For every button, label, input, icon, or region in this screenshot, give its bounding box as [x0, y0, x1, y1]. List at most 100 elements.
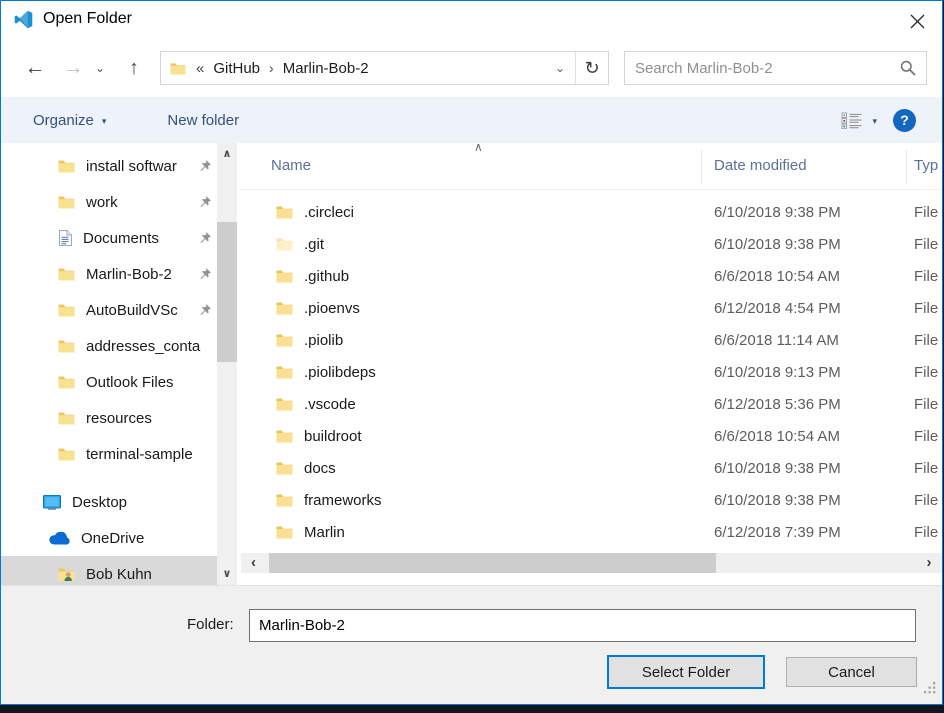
file-row-vscode[interactable]: .vscode6/12/2018 5:36 PMFile — [241, 388, 942, 420]
folder-name-input[interactable] — [249, 609, 916, 642]
sidebar-item-bob-kuhn[interactable]: Bob Kuhn — [1, 556, 217, 586]
sidebar-item-documents[interactable]: Documents — [1, 220, 217, 256]
sidebar-item-desktop[interactable]: Desktop — [1, 484, 217, 520]
scroll-right-icon[interactable]: › — [917, 553, 941, 573]
scrollbar-thumb[interactable] — [217, 222, 237, 362]
sidebar-item-label: Documents — [83, 230, 215, 247]
cancel-button[interactable]: Cancel — [786, 657, 917, 687]
sidebar-item-label: OneDrive — [81, 530, 215, 547]
scroll-left-icon[interactable]: ‹ — [241, 553, 266, 573]
file-row-piolibdeps[interactable]: .piolibdeps6/10/2018 9:13 PMFile — [241, 356, 942, 388]
search-input[interactable] — [635, 60, 900, 77]
sidebar-scrollbar[interactable]: ∧ ∨ — [217, 143, 237, 586]
file-row-git[interactable]: .git6/10/2018 9:38 PMFile — [241, 228, 942, 260]
column-header-date-modified[interactable]: Date modified — [714, 157, 807, 174]
new-folder-button[interactable]: New folder — [167, 112, 239, 129]
folder-icon — [58, 195, 75, 209]
sidebar-item-label: Bob Kuhn — [86, 566, 215, 583]
folder-icon — [58, 411, 75, 425]
file-date-modified: 6/6/2018 10:54 AM — [714, 428, 840, 445]
breadcrumb-segment-github[interactable]: GitHub — [207, 60, 266, 77]
crumb-separator-icon: › — [266, 60, 277, 76]
scroll-down-icon[interactable]: ∨ — [217, 567, 237, 580]
horizontal-scrollbar-thumb[interactable] — [269, 553, 716, 573]
sidebar-item-resources[interactable]: resources — [1, 400, 217, 436]
sidebar-item-autobuildvsc[interactable]: AutoBuildVSc — [1, 292, 217, 328]
search-box[interactable] — [624, 51, 927, 85]
vscode-icon — [14, 10, 33, 29]
sidebar-item-terminal-sample[interactable]: terminal-sample — [1, 436, 217, 472]
file-name: .piolibdeps — [304, 364, 376, 381]
organize-button[interactable]: Organize ▾ — [33, 112, 106, 129]
file-type: File — [914, 428, 938, 445]
user-folder-icon — [58, 567, 75, 582]
search-icon[interactable] — [900, 60, 916, 76]
pin-icon — [198, 195, 212, 213]
address-folder-icon — [170, 62, 186, 75]
column-header-name[interactable]: Name — [271, 157, 311, 174]
file-type: File — [914, 332, 938, 349]
file-name: .vscode — [304, 396, 356, 413]
file-row-pioenvs[interactable]: .pioenvs6/12/2018 4:54 PMFile — [241, 292, 942, 324]
breadcrumb-collapsed-button[interactable]: « — [193, 60, 207, 77]
folder-icon — [276, 493, 293, 507]
view-caret-icon: ▾ — [872, 114, 877, 127]
file-name: .pioenvs — [304, 300, 360, 317]
refresh-icon[interactable]: ↻ — [576, 58, 608, 79]
resize-grip-icon[interactable] — [924, 681, 936, 699]
sidebar-item-marlin-bob-2[interactable]: Marlin-Bob-2 — [1, 256, 217, 292]
file-date-modified: 6/6/2018 10:54 AM — [714, 268, 840, 285]
file-name: .git — [304, 236, 324, 253]
sidebar-item-install-softwar[interactable]: install softwar — [1, 148, 217, 184]
file-row-github[interactable]: .github6/6/2018 10:54 AMFile — [241, 260, 942, 292]
breadcrumb: «GitHub›Marlin-Bob-2 — [193, 60, 375, 77]
file-name: frameworks — [304, 492, 382, 509]
recent-locations-dropdown-icon[interactable]: ⌄ — [91, 61, 109, 75]
folder-icon — [276, 525, 293, 539]
file-list-pane: ∧ Name Date modified Typ .circleci6/10/2… — [241, 143, 942, 586]
desktop-icon — [43, 495, 61, 510]
folder-icon — [58, 339, 75, 353]
organize-caret-icon: ▾ — [102, 114, 107, 127]
file-row-marlin[interactable]: Marlin6/12/2018 7:39 PMFile — [241, 516, 942, 548]
file-date-modified: 6/10/2018 9:38 PM — [714, 236, 841, 253]
pin-icon — [198, 267, 212, 285]
breadcrumb-segment-marlin-bob-2[interactable]: Marlin-Bob-2 — [277, 60, 375, 77]
file-row-buildroot[interactable]: buildroot6/6/2018 10:54 AMFile — [241, 420, 942, 452]
file-type: File — [914, 204, 938, 221]
folder-icon — [276, 429, 293, 443]
sidebar-item-label: resources — [86, 410, 215, 427]
file-row-piolib[interactable]: .piolib6/6/2018 11:14 AMFile — [241, 324, 942, 356]
open-folder-dialog: Open Folder ← → ⌄ ↑ «GitHub›Marlin-Bob-2… — [0, 0, 943, 705]
window-title: Open Folder — [43, 10, 132, 28]
sidebar-item-outlook-files[interactable]: Outlook Files — [1, 364, 217, 400]
sidebar-item-work[interactable]: work — [1, 184, 217, 220]
file-date-modified: 6/6/2018 11:14 AM — [714, 332, 839, 349]
close-icon[interactable] — [904, 9, 930, 33]
pin-icon — [198, 231, 212, 249]
details-view-icon — [841, 112, 863, 129]
forward-button: → — [59, 56, 87, 80]
sidebar-item-label: addresses_conta — [86, 338, 215, 355]
address-bar[interactable]: «GitHub›Marlin-Bob-2 ⌄ ↻ — [160, 51, 609, 85]
back-button[interactable]: ← — [21, 56, 49, 80]
column-headers: ∧ Name Date modified Typ — [241, 143, 942, 190]
up-button[interactable]: ↑ — [121, 57, 147, 80]
select-folder-button[interactable]: Select Folder — [607, 655, 765, 689]
folder-icon — [276, 301, 293, 315]
sidebar-item-onedrive[interactable]: OneDrive — [1, 520, 217, 556]
file-row-docs[interactable]: docs6/10/2018 9:38 PMFile — [241, 452, 942, 484]
file-row-frameworks[interactable]: frameworks6/10/2018 9:38 PMFile — [241, 484, 942, 516]
file-row-circleci[interactable]: .circleci6/10/2018 9:38 PMFile — [241, 196, 942, 228]
sidebar-item-addresses-conta[interactable]: addresses_conta — [1, 328, 217, 364]
column-header-type[interactable]: Typ — [914, 157, 938, 174]
address-dropdown-icon[interactable]: ⌄ — [545, 61, 575, 75]
help-button[interactable]: ? — [893, 109, 916, 132]
sidebar-item-label: work — [86, 194, 215, 211]
sort-ascending-icon: ∧ — [474, 140, 483, 154]
scroll-up-icon[interactable]: ∧ — [217, 147, 237, 160]
horizontal-scrollbar[interactable]: ‹ › — [241, 553, 942, 573]
folder-icon — [276, 237, 293, 251]
view-options-button[interactable]: ▾ — [841, 112, 877, 129]
sidebar-item-label: AutoBuildVSc — [86, 302, 215, 319]
